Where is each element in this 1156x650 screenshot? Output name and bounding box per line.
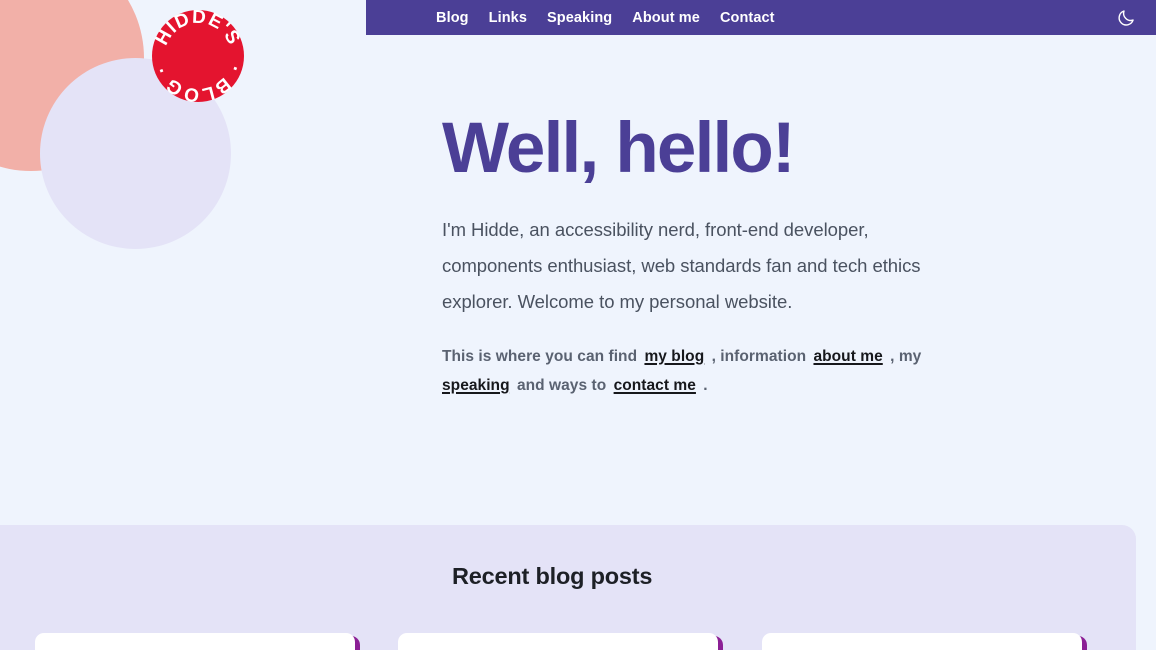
hero-links-paragraph: This is where you can find my blog , inf… xyxy=(442,342,962,400)
link-my-blog[interactable]: my blog xyxy=(644,348,704,365)
blog-post-card-list xyxy=(0,633,1136,650)
link-speaking[interactable]: speaking xyxy=(442,377,510,394)
page-title: Well, hello! xyxy=(442,109,796,188)
main-navigation: Blog Links Speaking About me Contact xyxy=(366,0,1156,35)
nav-item-about-me: About me xyxy=(622,9,710,27)
nav-item-contact: Contact xyxy=(710,9,785,27)
nav-link-speaking[interactable]: Speaking xyxy=(537,10,622,26)
moon-icon xyxy=(1118,9,1134,26)
blog-post-card-2[interactable] xyxy=(398,633,718,650)
blog-post-card-1[interactable] xyxy=(35,633,355,650)
hero-intro-paragraph: I'm Hidde, an accessibility nerd, front-… xyxy=(442,219,921,312)
recent-blog-posts-heading: Recent blog posts xyxy=(452,563,653,589)
recent-blog-posts-section: Recent blog posts xyxy=(0,525,1136,650)
links-text-part-1: This is where you can find xyxy=(442,348,638,365)
dark-mode-toggle-button[interactable] xyxy=(1106,0,1146,35)
links-text-part-4: and ways to xyxy=(516,377,607,394)
link-about-me[interactable]: about me xyxy=(813,348,882,365)
nav-link-about-me[interactable]: About me xyxy=(622,10,710,26)
nav-item-links: Links xyxy=(479,9,537,27)
logo-badge-icon: HIDDE'S · BLOG · xyxy=(152,10,244,102)
hiddes-blog-logo[interactable]: HIDDE'S · BLOG · xyxy=(152,10,244,102)
nav-link-links[interactable]: Links xyxy=(479,10,537,26)
links-text-part-5: . xyxy=(703,377,708,394)
nav-item-speaking: Speaking xyxy=(537,9,622,27)
nav-item-blog: Blog xyxy=(426,9,479,27)
links-text-part-3: , my xyxy=(890,348,922,365)
nav-link-blog[interactable]: Blog xyxy=(426,10,479,26)
hero-content: Well, hello! I'm Hidde, an accessibility… xyxy=(442,113,982,400)
link-contact-me[interactable]: contact me xyxy=(614,377,696,394)
links-text-part-2: , information xyxy=(711,348,807,365)
blog-post-card-3[interactable] xyxy=(762,633,1082,650)
nav-link-contact[interactable]: Contact xyxy=(710,10,785,26)
nav-list: Blog Links Speaking About me Contact xyxy=(426,9,785,27)
hero-section: Well, hello! I'm Hidde, an accessibility… xyxy=(0,35,1156,525)
